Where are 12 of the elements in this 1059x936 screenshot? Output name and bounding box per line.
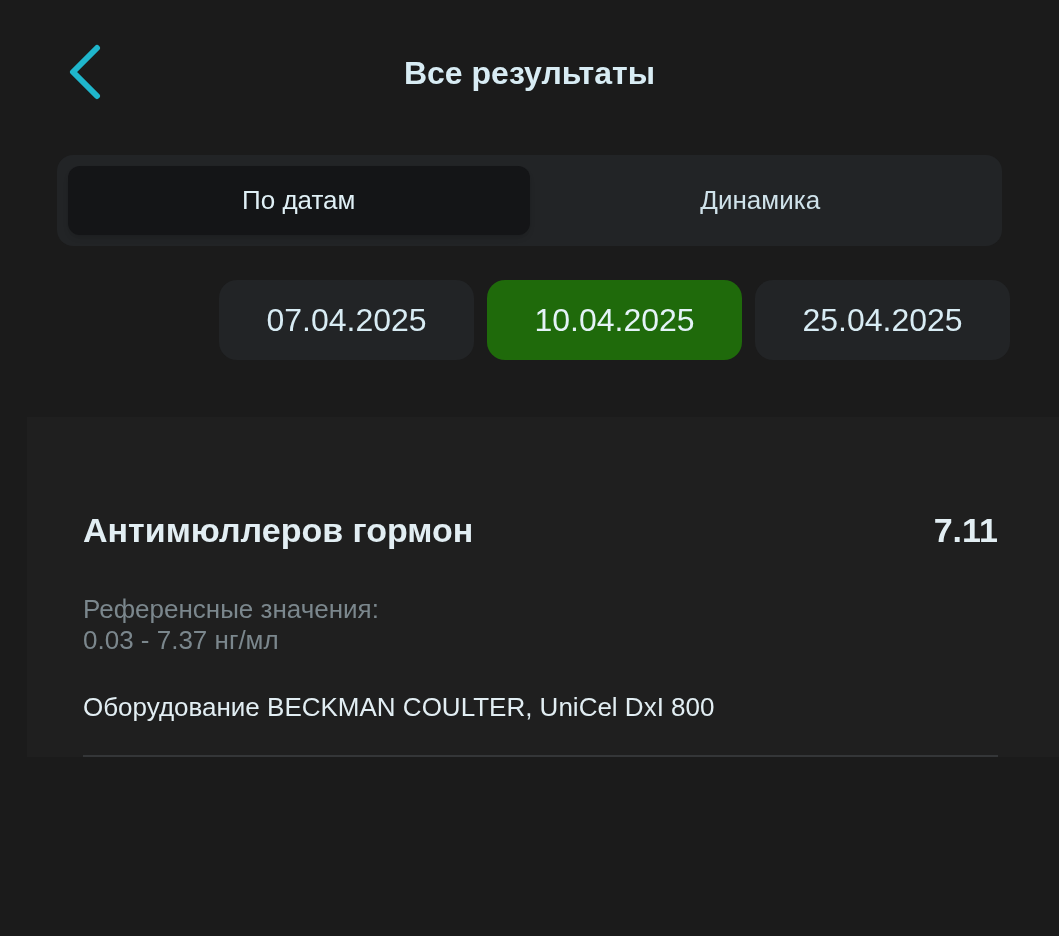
page-title: Все результаты — [403, 53, 656, 93]
tab[interactable]: Динамика — [529, 166, 991, 235]
date-chip[interactable]: 07.04.2025 — [219, 280, 474, 360]
reference-range: 0.03 - 7.37 нг/мл — [83, 625, 280, 656]
reference-label: Референсные значения: — [83, 594, 380, 625]
date-chip[interactable]: 25.04.2025 — [755, 280, 1010, 360]
equipment-text: Оборудование BECKMAN COULTER, UniCel DxI 800 — [83, 691, 716, 724]
test-name: Антимюллеров гормон — [83, 510, 474, 551]
date-chip[interactable]: 10.04.2025 — [487, 280, 742, 360]
back-icon — [67, 44, 101, 100]
tab[interactable]: По датам — [68, 166, 530, 235]
test-value: 7.11 — [933, 510, 998, 551]
